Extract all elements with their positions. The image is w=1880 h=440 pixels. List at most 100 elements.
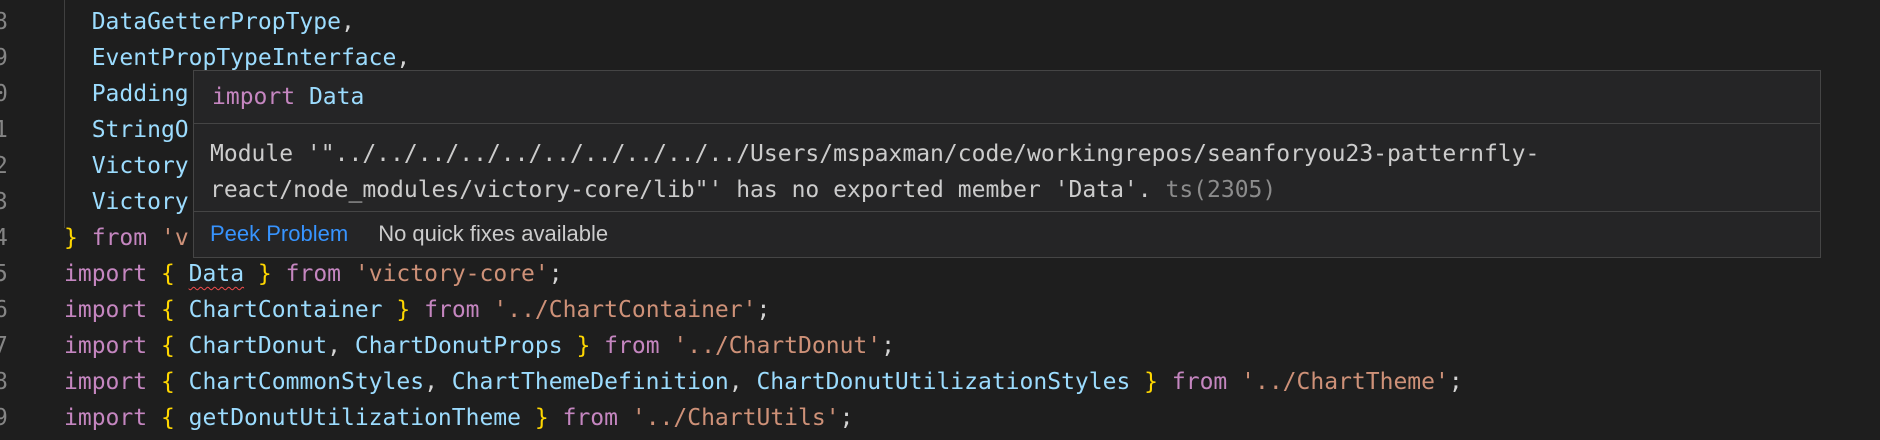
code-token: {	[160, 369, 175, 395]
code-token: ;	[1448, 369, 1463, 395]
hover-signature-name: Data	[308, 84, 365, 110]
code-token: ,	[728, 369, 757, 395]
code-line[interactable]: 8 DataGetterPropType,	[0, 4, 1880, 40]
line-code: import { Data } from 'victory-core';	[64, 256, 563, 292]
line-number: 8	[0, 9, 8, 35]
hover-signature: import Data	[194, 71, 1820, 124]
code-line[interactable]: 8 import { ChartCommonStyles, ChartThemeD…	[0, 364, 1880, 400]
code-token: 'v	[160, 225, 189, 251]
code-token: }	[576, 333, 591, 359]
line-number: 4	[0, 225, 8, 251]
code-token: ChartThemeDefinition	[451, 369, 729, 395]
code-token: {	[160, 405, 175, 431]
line-number: 6	[0, 297, 8, 323]
code-token: '../ChartDonut'	[673, 333, 882, 359]
line-number: 7	[0, 333, 8, 359]
code-token: import	[64, 333, 148, 359]
line-number: 8	[0, 369, 8, 395]
code-token: ChartDonut	[188, 333, 328, 359]
line-code: Padding	[64, 76, 189, 112]
error-code: ts(2305)	[1165, 177, 1277, 203]
line-code: DataGetterPropType,	[64, 4, 355, 40]
peek-problem-link[interactable]: Peek Problem	[210, 221, 348, 246]
code-token: import	[64, 405, 148, 431]
code-token: '../ChartContainer'	[493, 297, 757, 323]
line-code: } from 'v	[64, 220, 189, 256]
code-editor[interactable]: 8 DataGetterPropType, 9 EventPropTypeInte…	[0, 0, 1880, 440]
code-token: EventPropTypeInterface	[91, 45, 397, 71]
hover-signature-keyword: import	[212, 84, 296, 110]
code-token: ;	[548, 261, 563, 287]
code-token: '../ChartUtils'	[631, 405, 840, 431]
code-token: ChartDonutProps	[354, 333, 563, 359]
code-line[interactable]: 6 import { ChartContainer } from '../Char…	[0, 292, 1880, 328]
code-token: DataGetterPropType	[91, 9, 341, 35]
code-token: Data	[188, 261, 245, 287]
code-token: ,	[340, 9, 355, 35]
code-line[interactable]: 7 import { ChartDonut, ChartDonutProps } …	[0, 328, 1880, 364]
line-code: StringO	[64, 112, 189, 148]
code-token: {	[160, 297, 175, 323]
code-token: from	[285, 261, 342, 287]
code-token: }	[257, 261, 272, 287]
code-token: ChartContainer	[188, 297, 383, 323]
code-token: Victory	[91, 153, 189, 179]
line-number: 2	[0, 153, 8, 179]
code-token: import	[64, 297, 148, 323]
code-token: ;	[756, 297, 771, 323]
line-code: import { ChartContainer } from '../Chart…	[64, 292, 770, 328]
code-token: 'victory-core'	[354, 261, 549, 287]
line-number: 3	[0, 189, 8, 215]
code-token: import	[64, 369, 148, 395]
code-token: {	[160, 261, 175, 287]
code-token: StringO	[91, 117, 189, 143]
code-token: ,	[327, 333, 355, 359]
error-message: Module '"../../../../../../../../../../U…	[194, 124, 1820, 212]
code-token: ;	[881, 333, 895, 359]
code-line[interactable]: 5 import { Data } from 'victory-core';	[0, 256, 1880, 292]
hover-widget[interactable]: import Data Module '"../../../../../../.…	[193, 70, 1821, 258]
line-code: import { getDonutUtilizationTheme } from…	[64, 400, 853, 436]
code-line[interactable]: 9 import { getDonutUtilizationTheme } fro…	[0, 400, 1880, 436]
code-token: from	[1171, 369, 1228, 395]
line-number: 0	[0, 81, 8, 107]
code-token: getDonutUtilizationTheme	[188, 405, 522, 431]
code-token: }	[64, 225, 78, 251]
code-token: Victory	[91, 189, 189, 215]
line-number: 9	[0, 405, 8, 431]
code-token: from	[562, 405, 618, 431]
line-number: 5	[0, 261, 8, 287]
line-code: import { ChartCommonStyles, ChartThemeDe…	[64, 364, 1463, 400]
code-token: }	[1144, 369, 1159, 395]
code-token: ,	[424, 369, 452, 395]
line-number: 9	[0, 45, 8, 71]
code-token: ;	[839, 405, 854, 431]
code-token: import	[64, 261, 148, 287]
code-token: {	[160, 333, 175, 359]
code-token: Padding	[91, 81, 189, 107]
line-code: Victory	[64, 148, 189, 184]
line-number: 1	[0, 117, 8, 143]
code-token: from	[604, 333, 660, 359]
